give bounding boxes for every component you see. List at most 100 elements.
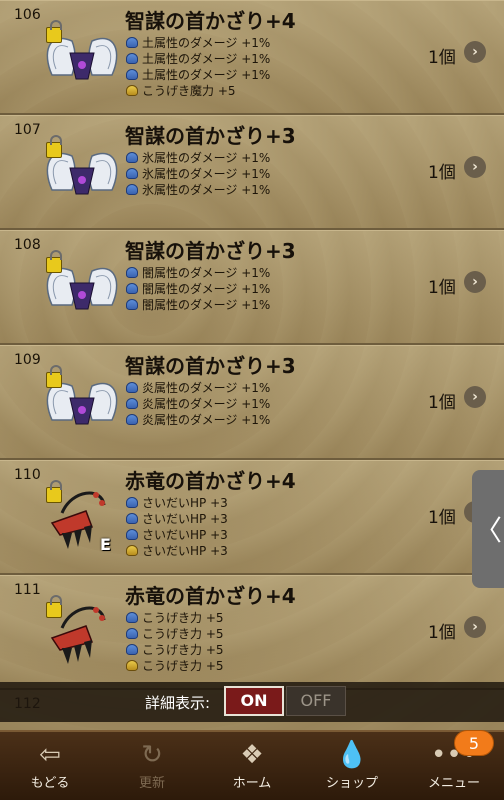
item-number: 108 (14, 237, 41, 253)
item-number: 109 (14, 352, 41, 368)
item-count: 1個 (428, 508, 456, 528)
stat-text: 炎属性のダメージ +1% (142, 396, 271, 411)
nav-menu-label: メニュー (427, 776, 480, 791)
blue-slime-icon (126, 397, 138, 409)
list-item[interactable]: 110 E 赤竜の首かざり+4 さいだいHP +3 さいだいHP +3 さいだいHP +3… (0, 460, 504, 575)
gold-slime-icon (126, 659, 138, 671)
wings-necklace-icon (42, 20, 122, 93)
gold-slime-icon (126, 544, 138, 556)
item-number: 107 (14, 122, 41, 138)
wings-necklace-icon (42, 135, 122, 208)
item-name: 智謀の首かざり+4 (125, 9, 296, 33)
stat-line: 土属性のダメージ +1% (126, 50, 270, 66)
stat-line: さいだいHP +3 (126, 510, 228, 526)
stat-text: さいだいHP +3 (142, 527, 228, 542)
stat-text: こうげき力 +5 (142, 658, 224, 673)
list-item[interactable]: 108 智謀の首かざり+3 闇属性のダメージ +1% 闇属性のダメージ +1% 闇属性の… (0, 230, 504, 345)
stat-text: 土属性のダメージ +1% (142, 51, 271, 66)
item-number: 111 (14, 582, 41, 598)
blue-slime-icon (126, 282, 138, 294)
stat-line: 氷属性のダメージ +1% (126, 181, 270, 197)
blue-slime-icon (126, 151, 138, 163)
chevron-left-icon: 〈 (473, 514, 502, 547)
wings-necklace-icon (42, 365, 122, 438)
nav-shop-label: ショップ (325, 776, 378, 791)
stat-line: さいだいHP +3 (126, 526, 228, 542)
blue-slime-icon (126, 167, 138, 179)
dragon-necklace-icon (42, 595, 122, 668)
chevron-right-icon[interactable]: › (464, 156, 486, 178)
item-stats: 炎属性のダメージ +1% 炎属性のダメージ +1% 炎属性のダメージ +1% (126, 379, 270, 427)
nav-back-label: もどる (30, 776, 70, 791)
nav-refresh[interactable]: ↻ 更新 (102, 732, 202, 800)
nav-back[interactable]: ⇦ もどる (0, 732, 100, 800)
stat-line: 土属性のダメージ +1% (126, 66, 270, 82)
item-stats: こうげき力 +5 こうげき力 +5 こうげき力 +5 こうげき力 +5 (126, 609, 224, 673)
stat-text: さいだいHP +3 (142, 495, 228, 510)
stat-text: こうげき力 +5 (142, 626, 224, 641)
list-item[interactable]: 111 赤竜の首かざり+4 こうげき力 +5 こうげき力 +5 こうげき力 +5 こうげき… (0, 575, 504, 690)
nav-shop[interactable]: 💧 ショップ (302, 732, 402, 800)
stat-line: こうげき魔力 +5 (126, 82, 270, 98)
chevron-right-icon[interactable]: › (464, 386, 486, 408)
item-stats: 氷属性のダメージ +1% 氷属性のダメージ +1% 氷属性のダメージ +1% (126, 149, 270, 197)
stat-text: 闇属性のダメージ +1% (142, 297, 271, 312)
item-count: 1個 (428, 393, 456, 413)
side-panel-tab[interactable]: 〈 (472, 470, 504, 588)
chevron-right-icon[interactable]: › (464, 41, 486, 63)
detail-on-button[interactable]: ON (224, 686, 284, 716)
stat-text: こうげき力 +5 (142, 642, 224, 657)
nav-home-label: ホーム (232, 776, 272, 791)
stat-text: こうげき魔力 +5 (142, 83, 236, 98)
stat-text: 炎属性のダメージ +1% (142, 380, 271, 395)
dragon-emblem-icon: ❖ (240, 740, 264, 770)
item-count: 1個 (428, 48, 456, 68)
lock-icon[interactable] (46, 365, 62, 388)
stat-line: こうげき力 +5 (126, 641, 224, 657)
lock-icon[interactable] (46, 135, 62, 158)
stat-text: 氷属性のダメージ +1% (142, 150, 271, 165)
stat-text: こうげき力 +5 (142, 610, 224, 625)
nav-refresh-label: 更新 (138, 776, 165, 791)
item-count: 1個 (428, 278, 456, 298)
nav-home[interactable]: ❖ ホーム (202, 732, 302, 800)
lock-icon[interactable] (46, 480, 62, 503)
item-count: 1個 (428, 623, 456, 643)
wings-necklace-icon (42, 250, 122, 323)
item-number: 106 (14, 7, 41, 23)
chevron-right-icon[interactable]: › (464, 271, 486, 293)
list-item[interactable]: 109 智謀の首かざり+3 炎属性のダメージ +1% 炎属性のダメージ +1% 炎属性の… (0, 345, 504, 460)
notification-badge: 5 (454, 730, 494, 756)
gold-slime-icon (126, 84, 138, 96)
arrow-left-icon: ⇦ (39, 740, 61, 770)
item-stats: 闇属性のダメージ +1% 闇属性のダメージ +1% 闇属性のダメージ +1% (126, 264, 270, 312)
stat-line: 闇属性のダメージ +1% (126, 264, 270, 280)
stat-line: さいだいHP +3 (126, 542, 228, 558)
list-item[interactable]: 106 智謀の首かざり+4 土属性のダメージ +1% 土属性のダメージ +1% 土属性の… (0, 0, 504, 115)
stat-line: 土属性のダメージ +1% (126, 34, 270, 50)
blue-slime-icon (126, 68, 138, 80)
stat-text: さいだいHP +3 (142, 511, 228, 526)
nav-menu[interactable]: ••• メニュー 5 (404, 730, 504, 800)
stat-text: 炎属性のダメージ +1% (142, 412, 271, 427)
refresh-icon: ↻ (141, 740, 163, 770)
blue-slime-icon (126, 528, 138, 540)
item-name: 智謀の首かざり+3 (125, 124, 296, 148)
stat-text: 氷属性のダメージ +1% (142, 182, 271, 197)
stat-line: こうげき力 +5 (126, 609, 224, 625)
blue-slime-icon (126, 266, 138, 278)
item-list: 106 智謀の首かざり+4 土属性のダメージ +1% 土属性のダメージ +1% 土属性の… (0, 0, 504, 730)
detail-off-button[interactable]: OFF (286, 686, 346, 716)
slime-icon: 💧 (335, 740, 369, 770)
stat-text: 闇属性のダメージ +1% (142, 265, 271, 280)
blue-slime-icon (126, 611, 138, 623)
detail-toggle-label: 詳細表示: (145, 694, 211, 712)
lock-icon[interactable] (46, 595, 62, 618)
chevron-right-icon[interactable]: › (464, 616, 486, 638)
lock-icon[interactable] (46, 250, 62, 273)
stat-text: 土属性のダメージ +1% (142, 67, 271, 82)
list-item[interactable]: 107 智謀の首かざり+3 氷属性のダメージ +1% 氷属性のダメージ +1% 氷属性の… (0, 115, 504, 230)
stat-text: 土属性のダメージ +1% (142, 35, 271, 50)
dragon-necklace-icon: E (42, 480, 122, 554)
lock-icon[interactable] (46, 20, 62, 43)
